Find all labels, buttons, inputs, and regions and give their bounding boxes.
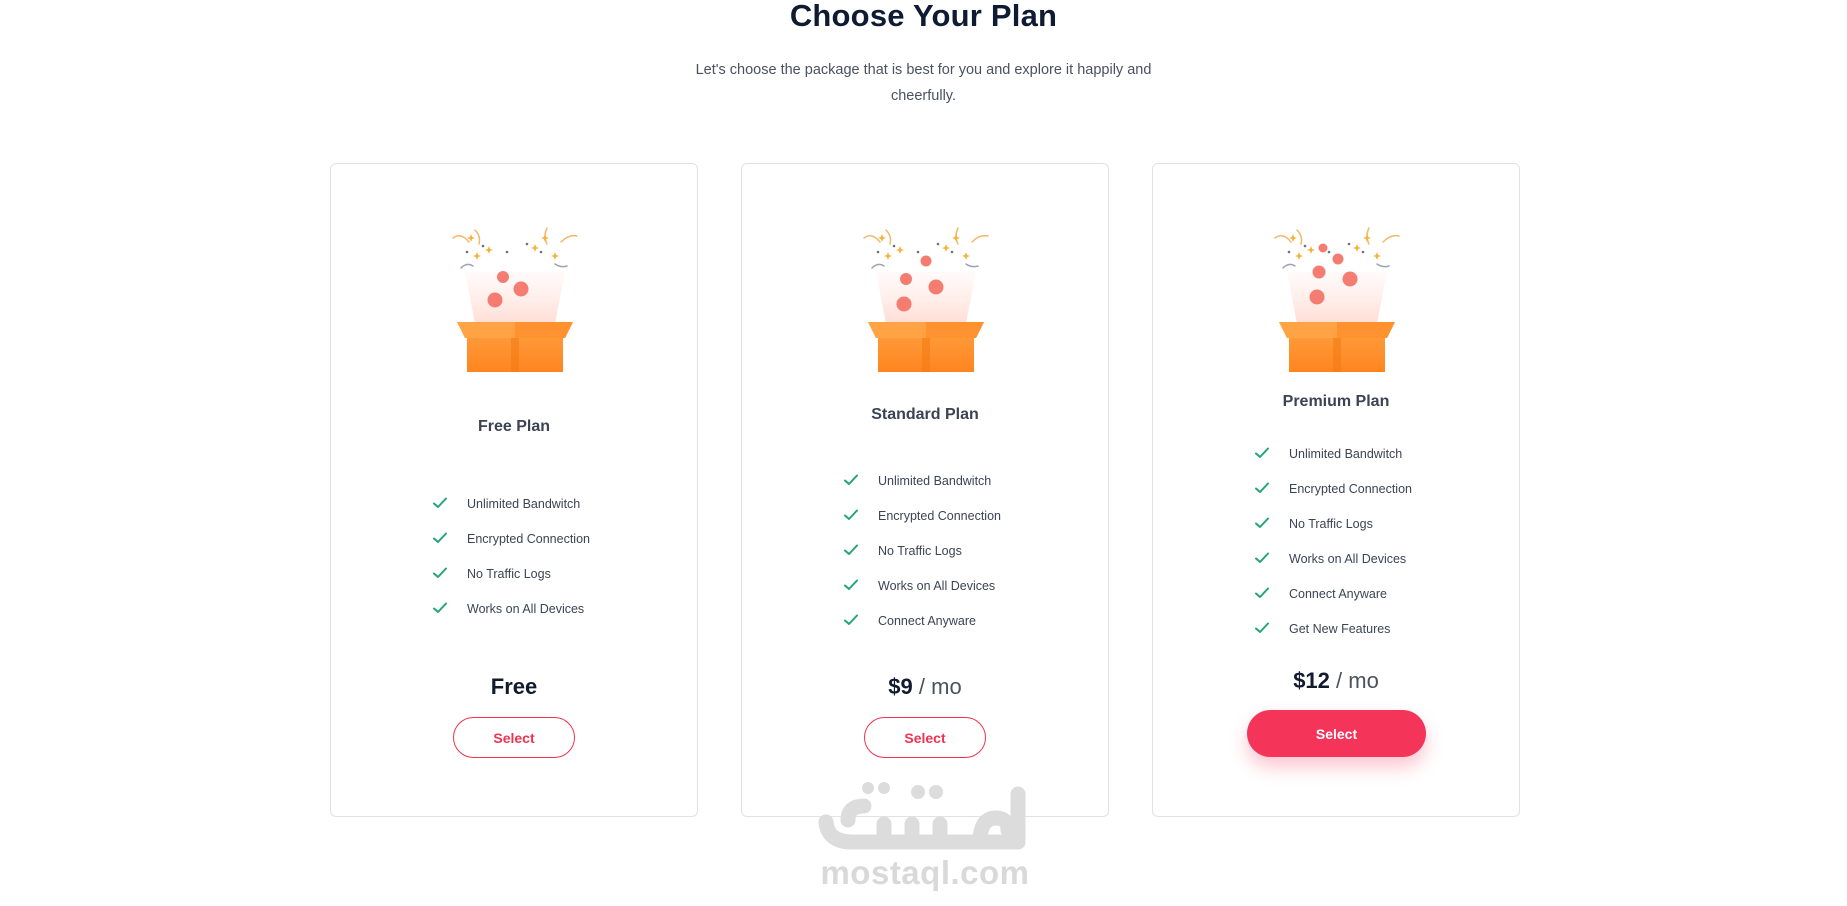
plan-card-standard: Standard Plan Unlimited Bandwitch Encryp… (741, 163, 1109, 817)
gift-box-icon (1274, 227, 1400, 372)
feature-item: Encrypted Connection (1153, 479, 1519, 514)
plan-card-free: Free Plan Unlimited Bandwitch Encrypted … (330, 163, 698, 817)
plan-price: $9 / mo (742, 674, 1108, 700)
check-icon (433, 532, 447, 543)
check-icon (844, 509, 858, 520)
feature-label: Unlimited Bandwitch (1289, 447, 1403, 461)
price-period: / mo (912, 674, 962, 699)
feature-item: Connect Anyware (742, 611, 1108, 646)
feature-label: Works on All Devices (467, 602, 585, 616)
feature-item: Connect Anyware (1153, 584, 1519, 619)
page-subtitle: Let's choose the package that is best fo… (0, 57, 1847, 109)
gift-box-icon (863, 227, 989, 372)
feature-label: Encrypted Connection (878, 509, 1001, 523)
plan-name: Free Plan (477, 418, 551, 435)
feature-item: Works on All Devices (1153, 549, 1519, 584)
check-icon (1255, 517, 1269, 528)
plan-name: Standard Plan (871, 406, 979, 423)
check-icon (844, 579, 858, 590)
feature-item: Unlimited Bandwitch (1153, 444, 1519, 479)
feature-label: Connect Anyware (1289, 587, 1387, 601)
feature-item: No Traffic Logs (331, 564, 697, 599)
subtitle-line: Let's choose the package that is best fo… (695, 62, 1152, 78)
plan-name: Premium Plan (1282, 393, 1390, 410)
select-button-premium[interactable]: Select (1247, 710, 1426, 757)
feature-label: Works on All Devices (1289, 552, 1407, 566)
check-icon (1255, 622, 1269, 633)
feature-item: Get New Features (1153, 619, 1519, 654)
feature-label: Unlimited Bandwitch (878, 474, 992, 488)
feature-label: Connect Anyware (878, 614, 976, 628)
feature-label: No Traffic Logs (1289, 517, 1373, 531)
feature-label: Unlimited Bandwitch (467, 497, 581, 511)
check-icon (433, 497, 447, 508)
check-icon (1255, 587, 1269, 598)
check-icon (1255, 482, 1269, 493)
plan-price: Free (331, 674, 697, 700)
select-button-standard[interactable]: Select (864, 717, 986, 758)
feature-list: Unlimited Bandwitch Encrypted Connection… (742, 471, 1108, 646)
price-amount: Free (490, 674, 538, 699)
price-amount: $12 (1293, 668, 1330, 693)
check-icon (433, 567, 447, 578)
feature-label: Encrypted Connection (1289, 482, 1412, 496)
watermark-text: mostaql.com (820, 854, 1030, 891)
feature-item: Unlimited Bandwitch (742, 471, 1108, 506)
feature-item: Encrypted Connection (331, 529, 697, 564)
pricing-page: Choose Your Plan Let's choose the packag… (0, 0, 1847, 906)
feature-label: No Traffic Logs (467, 567, 551, 581)
check-icon (1255, 447, 1269, 458)
check-icon (1255, 552, 1269, 563)
feature-item: Unlimited Bandwitch (331, 494, 697, 529)
check-icon (433, 602, 447, 613)
feature-list: Unlimited Bandwitch Encrypted Connection… (331, 494, 697, 634)
plan-card-premium: Premium Plan Unlimited Bandwitch Encrypt… (1152, 163, 1520, 817)
check-icon (844, 544, 858, 555)
check-icon (844, 474, 858, 485)
plan-price: $12 / mo (1153, 668, 1519, 694)
feature-item: No Traffic Logs (1153, 514, 1519, 549)
feature-item: No Traffic Logs (742, 541, 1108, 576)
feature-label: Works on All Devices (878, 579, 996, 593)
gift-box-icon (452, 227, 578, 372)
select-button-free[interactable]: Select (453, 717, 575, 758)
feature-label: Encrypted Connection (467, 532, 590, 546)
subtitle-line: cheerfully. (890, 88, 956, 104)
price-period: / mo (1329, 668, 1379, 693)
feature-list: Unlimited Bandwitch Encrypted Connection… (1153, 444, 1519, 654)
feature-label: No Traffic Logs (878, 544, 962, 558)
check-icon (844, 614, 858, 625)
feature-label: Get New Features (1289, 622, 1391, 636)
feature-item: Encrypted Connection (742, 506, 1108, 541)
page-title: Choose Your Plan (789, 0, 1058, 33)
feature-item: Works on All Devices (331, 599, 697, 634)
feature-item: Works on All Devices (742, 576, 1108, 611)
price-amount: $9 (888, 674, 913, 699)
